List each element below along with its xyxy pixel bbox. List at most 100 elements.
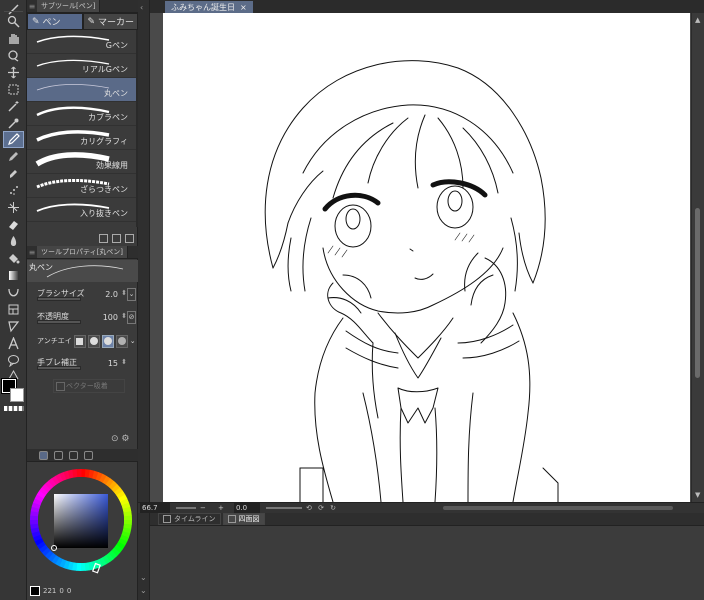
transparent-color-swatch[interactable] bbox=[4, 406, 24, 411]
zoom-minus-icon[interactable]: − bbox=[200, 503, 206, 513]
rotation-value[interactable]: 0.0 bbox=[234, 503, 260, 513]
color-wheel-tab-icon[interactable] bbox=[39, 450, 48, 460]
expand-chevron-icon[interactable]: ⌄ bbox=[140, 573, 147, 582]
color-wheel[interactable] bbox=[28, 466, 134, 574]
frame-icon[interactable] bbox=[3, 301, 24, 318]
add-subtool-icon[interactable] bbox=[99, 233, 108, 243]
antialias-none-button[interactable] bbox=[73, 334, 86, 348]
hand-icon[interactable] bbox=[3, 30, 24, 47]
hue-segment[interactable] bbox=[30, 519, 39, 525]
intermediate-color-tab-icon[interactable] bbox=[84, 450, 93, 460]
toolprop-tab[interactable]: ツールプロパティ[丸ペン] bbox=[37, 246, 129, 258]
gradient-icon[interactable] bbox=[3, 267, 24, 284]
rotate-icon[interactable] bbox=[3, 47, 24, 64]
brush-item-effect-line[interactable]: 効果線用 bbox=[27, 150, 138, 174]
grip-icon[interactable]: ≡ bbox=[27, 2, 37, 11]
hue-segment[interactable] bbox=[123, 515, 132, 521]
rotation-slider[interactable] bbox=[266, 507, 302, 509]
antialias-medium-button[interactable] bbox=[101, 334, 114, 348]
antialias-strong-button[interactable] bbox=[115, 334, 128, 348]
scroll-up-icon[interactable]: ▲ bbox=[695, 16, 700, 24]
subtool-tab[interactable]: サブツール[ペン] bbox=[37, 0, 101, 12]
hue-segment[interactable] bbox=[80, 562, 86, 571]
brush-item-kabura-pen[interactable]: カブラペン bbox=[27, 102, 138, 126]
zoom-icon[interactable] bbox=[3, 13, 24, 30]
scroll-down-icon[interactable]: ▼ bbox=[695, 491, 700, 499]
scroll-thumb[interactable] bbox=[695, 208, 700, 378]
sv-square-shade bbox=[54, 494, 108, 548]
brush-size-dropdown-button[interactable]: ⌄ bbox=[127, 288, 136, 301]
text-icon[interactable] bbox=[3, 335, 24, 352]
decoration-icon[interactable] bbox=[3, 199, 24, 216]
move-icon[interactable] bbox=[3, 64, 24, 81]
brush-item-calligraphy[interactable]: カリグラフィ bbox=[27, 126, 138, 150]
color-indicator[interactable] bbox=[30, 586, 40, 596]
tab-timeline[interactable]: タイムライン bbox=[158, 513, 221, 525]
zoom-value[interactable]: 66.7 bbox=[140, 503, 170, 513]
sub-color-swatch[interactable] bbox=[10, 388, 24, 402]
hue-segment[interactable] bbox=[76, 469, 82, 478]
eyedropper-icon[interactable] bbox=[3, 115, 24, 132]
close-icon[interactable]: × bbox=[240, 3, 247, 12]
opacity-effect-button[interactable]: ⊘ bbox=[127, 311, 136, 324]
document-tab-bar: ふみちゃん誕生日 × bbox=[150, 0, 704, 13]
opacity-slider[interactable] bbox=[37, 320, 81, 324]
brush-item-maru-pen[interactable]: 丸ペン bbox=[27, 78, 138, 102]
stabilization-spinner-icon[interactable]: ⬍ bbox=[121, 358, 127, 366]
tab-marker-label: マーカー bbox=[98, 18, 135, 28]
brush-size-slider[interactable] bbox=[37, 297, 81, 301]
brush-item-g-pen[interactable]: Gペン bbox=[27, 30, 138, 54]
antialias-dropdown-icon[interactable]: ⌄ bbox=[130, 337, 136, 345]
blend-icon[interactable] bbox=[3, 233, 24, 250]
stabilization-slider[interactable] bbox=[37, 366, 81, 370]
zoom-slider[interactable] bbox=[176, 507, 196, 509]
view-control-icons[interactable]: ⟲ ⟳ ↻ bbox=[306, 503, 338, 513]
canvas-paper[interactable] bbox=[163, 13, 690, 502]
brush-label: 効果線用 bbox=[96, 161, 128, 170]
brush-item-in-out-pen[interactable]: 入り抜きペン bbox=[27, 198, 138, 222]
copy-subtool-icon[interactable] bbox=[112, 233, 121, 243]
vector-snap-checkbox[interactable]: ベクター吸着 bbox=[53, 379, 125, 393]
canvas-horizontal-scrollbar[interactable] bbox=[443, 506, 673, 510]
eraser-icon[interactable] bbox=[3, 216, 24, 233]
tab-pen[interactable]: ✎ ペン bbox=[27, 13, 83, 30]
opacity-value[interactable]: 100 bbox=[103, 313, 118, 322]
airbrush-icon[interactable] bbox=[3, 182, 24, 199]
delete-subtool-icon[interactable] bbox=[125, 233, 134, 243]
pen-icon[interactable] bbox=[3, 131, 24, 148]
document-tab-title: ふみちゃん誕生日 bbox=[171, 2, 235, 12]
magic-wand-icon[interactable] bbox=[3, 98, 24, 115]
document-tab[interactable]: ふみちゃん誕生日 × bbox=[165, 1, 253, 13]
timeline-panel: タイムライン 四面図 bbox=[150, 513, 704, 600]
antialias-weak-button[interactable] bbox=[87, 334, 100, 348]
grip-icon[interactable]: ≡ bbox=[27, 248, 37, 257]
color-panel-footer: 221 0 0 bbox=[27, 583, 138, 599]
settings-icon[interactable]: ⚙ bbox=[121, 434, 129, 444]
brush-item-real-g-pen[interactable]: リアルGペン bbox=[27, 54, 138, 78]
subtool-title-text: サブツール[ペン] bbox=[41, 2, 96, 10]
wrench-icon[interactable]: ⊙ bbox=[111, 434, 119, 444]
tab-marker[interactable]: ✎ マーカー bbox=[82, 13, 138, 30]
color-set-tab-icon[interactable] bbox=[69, 450, 78, 460]
tab-four-view[interactable]: 四面図 bbox=[222, 513, 265, 525]
collapse-chevron-icon[interactable]: ‹ bbox=[140, 3, 143, 12]
zoom-plus-icon[interactable]: + bbox=[218, 503, 224, 513]
antialias-label: アンチエイ bbox=[37, 337, 72, 345]
pencil-icon[interactable] bbox=[3, 148, 24, 165]
expand-chevron-icon[interactable]: ⌄ bbox=[140, 586, 147, 595]
toolbar-divider bbox=[4, 11, 23, 12]
fill-icon[interactable] bbox=[3, 250, 24, 267]
canvas-vertical-scrollbar[interactable]: ▲ ▼ bbox=[691, 13, 704, 502]
stabilization-value[interactable]: 15 bbox=[108, 359, 118, 368]
brush-item-rough-pen[interactable]: ざらつきペン bbox=[27, 174, 138, 198]
brush-size-value[interactable]: 2.0 bbox=[105, 290, 118, 299]
stabilization-row: 手ブレ補正 15 ⬍ bbox=[27, 356, 138, 374]
color-value-v: 0 bbox=[66, 587, 72, 595]
shape-icon[interactable] bbox=[3, 284, 24, 301]
select-rect-icon[interactable] bbox=[3, 81, 24, 98]
color-slider-tab-icon[interactable] bbox=[54, 450, 63, 460]
ruler-icon[interactable] bbox=[3, 318, 24, 335]
marker-icon[interactable] bbox=[3, 165, 24, 182]
brush-label: カブラペン bbox=[88, 113, 128, 122]
brush-label: カリグラフィ bbox=[80, 137, 128, 146]
